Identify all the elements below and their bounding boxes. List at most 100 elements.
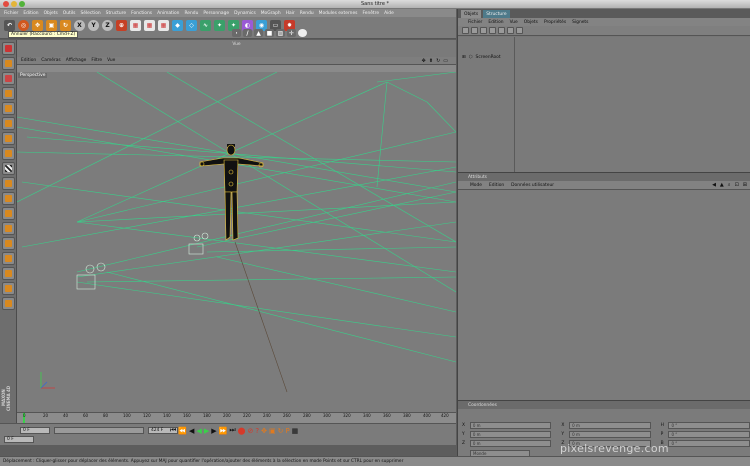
palette-make-editable-button[interactable]	[2, 42, 15, 55]
viewport-menu-affichage[interactable]: Affichage	[66, 58, 87, 63]
menu-edition[interactable]: Edition	[23, 11, 38, 16]
tab-structure[interactable]: Structure	[483, 10, 510, 18]
objects-menu-vue[interactable]: Vue	[510, 20, 518, 25]
palette-solo-button[interactable]	[2, 282, 15, 295]
spline-icon[interactable]: ∿	[200, 20, 211, 31]
point-level-anim-icon[interactable]: ▦	[292, 427, 299, 435]
menu-rendu-2[interactable]: Rendu	[300, 11, 314, 16]
keyframe-selection-icon[interactable]: ?	[255, 427, 259, 435]
palette-bodypaint-button[interactable]	[2, 252, 15, 265]
go-end-icon[interactable]: ⏭	[229, 426, 235, 435]
zoom-icon[interactable]: ⬍	[429, 58, 433, 64]
objects-filter-icon[interactable]	[471, 27, 478, 34]
palette-polygons-button[interactable]	[2, 117, 15, 130]
palette-points-button[interactable]	[2, 87, 15, 100]
render-settings-icon[interactable]: ▦	[158, 20, 169, 31]
coordinate-system-icon[interactable]: ⊕	[116, 20, 127, 31]
palette-uv-polygons-button[interactable]	[2, 147, 15, 160]
tab-objets[interactable]: Objets	[461, 10, 482, 18]
menu-selection[interactable]: Sélection	[80, 11, 100, 16]
texture-mode-icon[interactable]: ▨	[276, 29, 285, 37]
point-mode-icon[interactable]: ·	[232, 29, 241, 37]
go-start-icon[interactable]: ⏮	[170, 426, 176, 435]
menu-hair[interactable]: Hair	[286, 11, 295, 16]
move-icon[interactable]: ✥	[32, 20, 43, 31]
coord-mode-select[interactable]: Monde	[470, 450, 530, 457]
menu-fenetre[interactable]: Fenêtre	[362, 11, 379, 16]
size-x-field[interactable]: 0 m	[569, 422, 651, 429]
viewport-menu-edition[interactable]: Edition	[21, 58, 36, 63]
prev-frame-icon[interactable]: ◀	[189, 427, 194, 435]
objects-layers-icon[interactable]	[480, 27, 487, 34]
parameter-key-icon[interactable]: P	[285, 427, 289, 435]
minimize-window-button[interactable]	[11, 1, 17, 7]
objects-menu-signets[interactable]: Signets	[572, 20, 588, 25]
size-y-field[interactable]: 0 m	[569, 431, 651, 438]
menu-structure[interactable]: Structure	[106, 11, 126, 16]
viewport-menu-cameras[interactable]: Caméras	[41, 58, 61, 63]
list-item[interactable]: ⊞ ⬡ ScreenRoot	[458, 54, 750, 61]
menu-aide[interactable]: Aide	[384, 11, 394, 16]
undo-icon[interactable]: ↶	[4, 20, 15, 31]
array-icon[interactable]: ✦	[214, 20, 225, 31]
palette-model-button[interactable]	[2, 57, 15, 70]
objects-menu-proprietes[interactable]: Propriétés	[544, 20, 566, 25]
lock-z-button[interactable]: Z	[102, 20, 113, 31]
objects-new-icon[interactable]	[507, 27, 514, 34]
objects-up-icon[interactable]	[489, 27, 496, 34]
nurbs-icon[interactable]: ◇	[186, 20, 197, 31]
menu-modules-externes[interactable]: Modules externes	[319, 11, 358, 16]
lock-icon[interactable]: ⊡	[735, 182, 739, 188]
objects-menu-fichier[interactable]: Fichier	[468, 20, 482, 25]
viewport-menu-filtre[interactable]: Filtre	[91, 58, 102, 63]
palette-uv-points-button[interactable]	[2, 132, 15, 145]
pan-icon[interactable]: ✥	[422, 58, 426, 64]
attributes-menu-edition[interactable]: Edition	[489, 183, 504, 188]
rot-p-field[interactable]: 0 °	[668, 431, 750, 438]
palette-hair-button[interactable]	[2, 267, 15, 280]
palette-snap-button[interactable]	[2, 177, 15, 190]
palette-checker-button[interactable]	[2, 162, 15, 175]
menu-outils[interactable]: Outils	[63, 11, 76, 16]
objects-home-icon[interactable]	[498, 27, 505, 34]
perspective-viewport[interactable]: Perspective	[17, 72, 456, 412]
up-arrow-icon[interactable]: ▲	[720, 182, 724, 188]
attributes-menu-mode[interactable]: Mode	[470, 183, 482, 188]
menu-mograph[interactable]: MoGraph	[261, 11, 281, 16]
rotation-key-icon[interactable]: ↻	[278, 427, 284, 435]
scale-icon[interactable]: ▣	[46, 20, 57, 31]
viewport-menu-vue[interactable]: Vue	[107, 58, 115, 63]
close-window-button[interactable]	[3, 1, 9, 7]
menu-fonctions[interactable]: Fonctions	[131, 11, 152, 16]
menu-rendu[interactable]: Rendu	[184, 11, 198, 16]
timeline-ruler[interactable]: 0 20 40 60 80 100 120 140 160 180 200 22…	[17, 412, 456, 423]
scale-key-icon[interactable]: ▣	[269, 427, 276, 435]
menu-animation[interactable]: Animation	[157, 11, 179, 16]
palette-workplane-button[interactable]	[2, 192, 15, 205]
render-picture-icon[interactable]: ▦	[144, 20, 155, 31]
palette-object-axis-button[interactable]	[2, 72, 15, 85]
menu-objets[interactable]: Objets	[44, 11, 58, 16]
zoom-window-button[interactable]	[19, 1, 25, 7]
play-forward-icon[interactable]: ▶	[204, 427, 209, 435]
next-frame-icon[interactable]: ▶	[211, 427, 216, 435]
next-key-icon[interactable]: ⏩	[219, 427, 228, 435]
palette-edges-button[interactable]	[2, 102, 15, 115]
menu-dynamics[interactable]: Dynamics	[234, 11, 256, 16]
play-backward-icon[interactable]: ◀	[196, 427, 201, 435]
axis-mode-icon[interactable]: ✛	[287, 29, 296, 37]
pos-z-field[interactable]: 0 m	[469, 440, 552, 447]
rotate-icon[interactable]: ↻	[60, 20, 71, 31]
start-frame-field[interactable]: 0 F	[4, 436, 34, 443]
back-arrow-icon[interactable]: ◀	[712, 182, 716, 188]
pos-x-field[interactable]: 0 m	[469, 422, 552, 429]
palette-grid-button[interactable]	[2, 297, 15, 310]
search-icon[interactable]: ⌕	[728, 182, 731, 188]
objects-menu-objets[interactable]: Objets	[524, 20, 538, 25]
rotate-view-icon[interactable]: ↻	[436, 58, 440, 64]
model-mode-icon[interactable]: ■	[265, 29, 274, 37]
polygon-mode-icon[interactable]: ▲	[254, 29, 263, 37]
edge-mode-icon[interactable]: /	[243, 29, 252, 37]
maximize-view-icon[interactable]: ▭	[443, 58, 448, 64]
menu-personnage[interactable]: Personnage	[203, 11, 229, 16]
